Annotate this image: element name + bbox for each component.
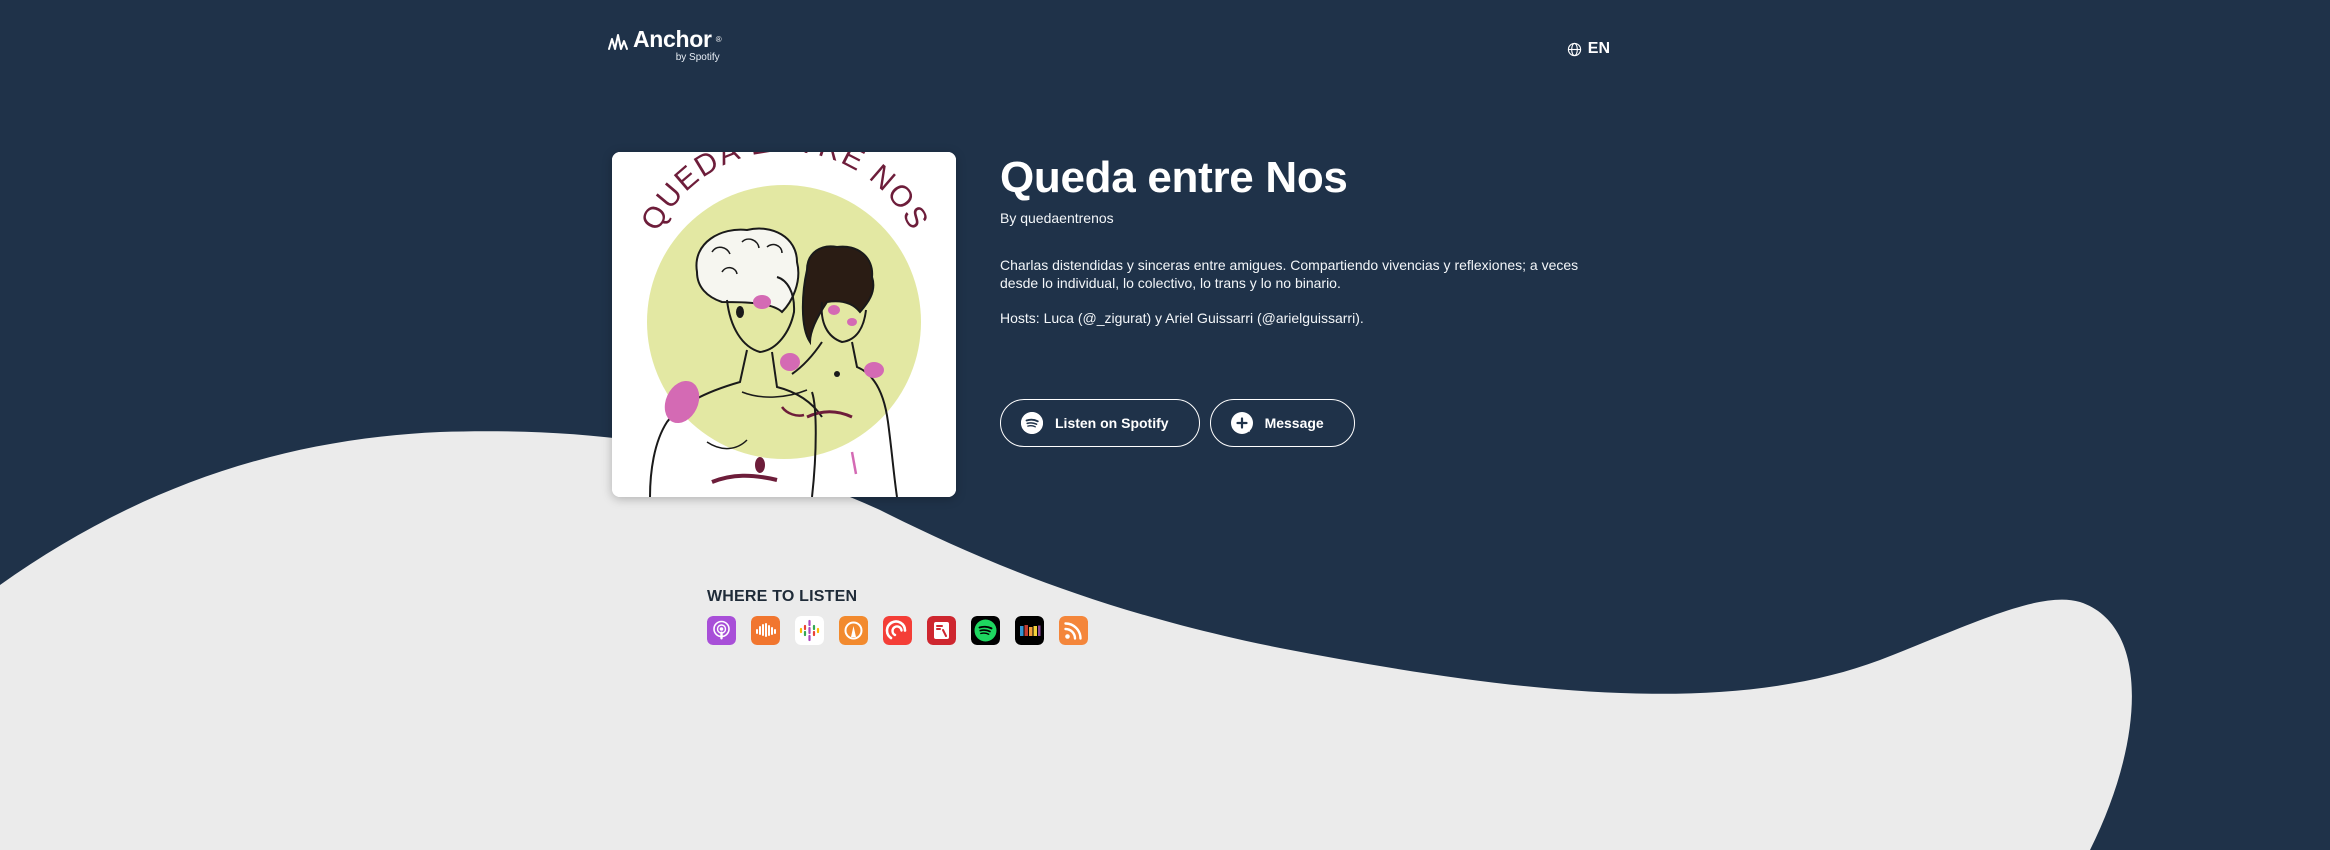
language-label: EN <box>1587 40 1610 57</box>
castbox-icon <box>751 616 780 645</box>
google-podcasts-icon <box>795 616 824 645</box>
rss-icon <box>1059 616 1088 645</box>
apple-podcasts-link[interactable] <box>707 616 736 645</box>
podcast-info: Queda entre Nos By quedaentrenos Charlas… <box>1000 152 1610 447</box>
stitcher-icon <box>1015 616 1044 645</box>
brand-name: Anchor <box>633 26 712 52</box>
overcast-link[interactable] <box>839 616 868 645</box>
platform-list <box>707 616 1088 645</box>
apple-podcasts-icon <box>707 616 736 645</box>
castbox-link[interactable] <box>751 616 780 645</box>
podcast-title: Queda entre Nos <box>1000 153 1348 202</box>
spotify-link[interactable] <box>971 616 1000 645</box>
overcast-icon <box>839 616 868 645</box>
google-podcasts-link[interactable] <box>795 616 824 645</box>
radiopublic-icon <box>927 616 956 645</box>
spotify-icon <box>1021 412 1043 434</box>
message-plus-icon <box>1231 413 1252 433</box>
brand-subtitle: by Spotify <box>675 52 720 63</box>
anchor-logo-icon <box>608 33 628 50</box>
podcast-cover-art: QUEDA ENTRE NOS <box>612 152 956 497</box>
podcast-author: By quedaentrenos <box>1000 210 1114 226</box>
action-buttons: Listen on Spotify Message <box>1000 399 1610 447</box>
message-label: Message <box>1264 415 1324 431</box>
listen-on-spotify-button[interactable]: Listen on Spotify <box>1000 399 1200 447</box>
spotify-icon <box>971 616 1000 645</box>
where-to-listen-section: WHERE TO LISTEN <box>707 588 1088 645</box>
podcast-description: Charlas distendidas y sinceras entre ami… <box>1000 257 1579 291</box>
podcast-hosts: Hosts: Luca (@_zigurat) y Ariel Guissarr… <box>1000 310 1364 326</box>
listen-on-spotify-label: Listen on Spotify <box>1055 415 1169 431</box>
anchor-logo[interactable]: Anchor ® by Spotify <box>607 26 722 63</box>
trademark-symbol: ® <box>715 35 722 44</box>
language-selector[interactable]: EN <box>1567 40 1610 58</box>
site-header: Anchor ® by Spotify EN <box>607 26 1610 72</box>
pocket-casts-link[interactable] <box>883 616 912 645</box>
radiopublic-link[interactable] <box>927 616 956 645</box>
pocket-casts-icon <box>883 616 912 645</box>
globe-icon <box>1567 42 1581 56</box>
message-button[interactable]: Message <box>1209 399 1355 447</box>
rss-feed-link[interactable] <box>1059 616 1088 645</box>
where-to-listen-title: WHERE TO LISTEN <box>707 588 858 605</box>
stitcher-link[interactable] <box>1015 616 1044 645</box>
